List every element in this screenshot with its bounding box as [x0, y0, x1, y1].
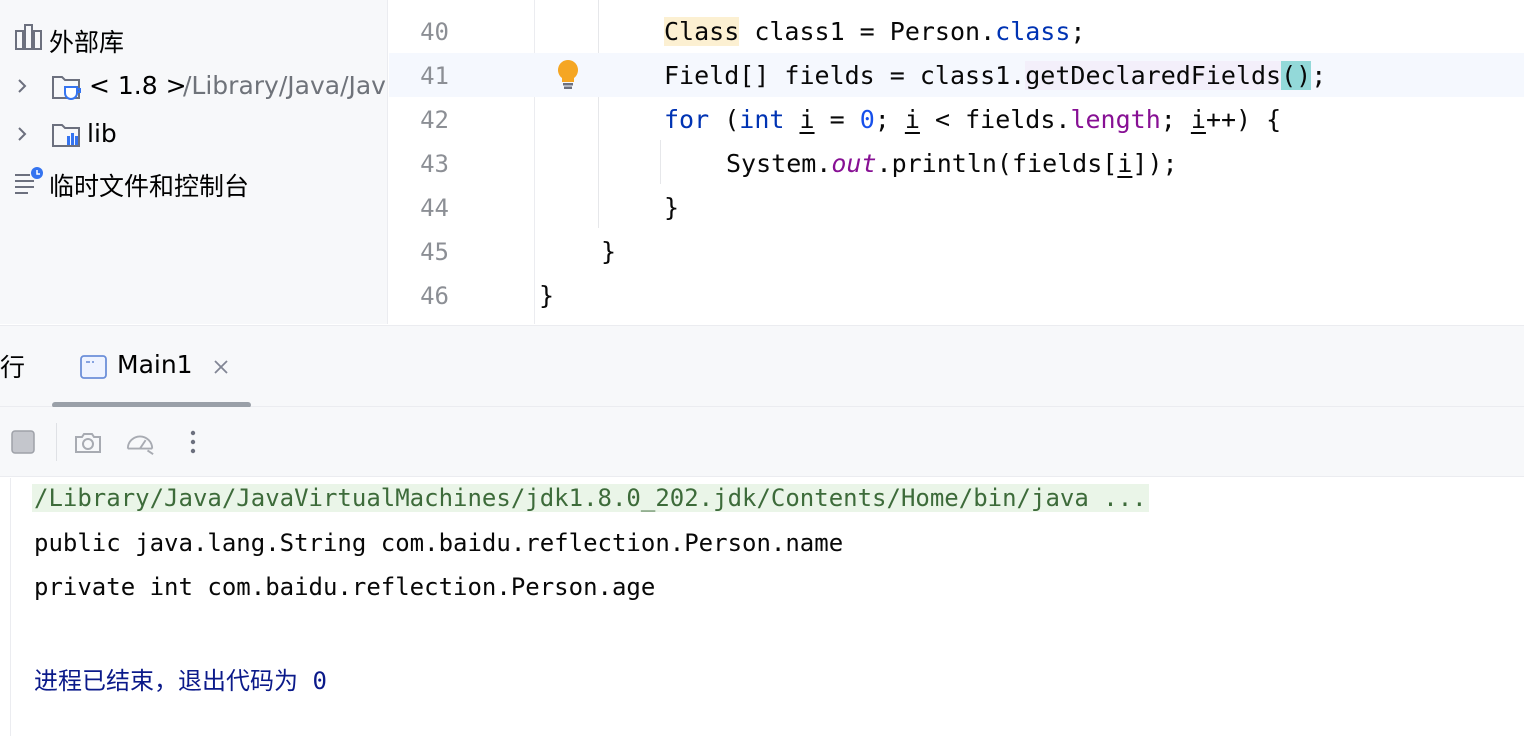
line-number: 43 [420, 150, 449, 178]
run-tool-window-header: 行 Main1 [0, 325, 1524, 408]
code-line-46[interactable]: 46 } [389, 273, 1524, 317]
tree-item-label: 临时文件和控制台 [49, 172, 250, 201]
console-output-line: private int com.baidu.reflection.Person.… [34, 573, 656, 601]
tree-item-label: lib [87, 119, 117, 148]
tree-item-jdk[interactable]: < 1.8 > /Library/Java/JavaVirtualMachine… [0, 64, 387, 108]
code-text: } [601, 237, 617, 266]
tree-item-path: /Library/Java/JavaVirtualMachines/jdk1.8… [183, 71, 387, 100]
code-text: Field[] fields = class1.getDeclaredField… [664, 61, 1327, 90]
profiler-gauge-icon[interactable] [125, 427, 155, 457]
tree-item-scratches[interactable]: 临时文件和控制台 [0, 160, 387, 204]
code-editor[interactable]: 40 Class class1 = Person.class; 41 Field… [389, 0, 1524, 324]
code-line-42[interactable]: 42 for (int i = 0; i < fields.length; i+… [389, 97, 1524, 141]
tree-item-label: 外部库 [49, 28, 125, 57]
console-output-line: public java.lang.String com.baidu.reflec… [34, 529, 844, 557]
code-line-43[interactable]: 43 System.out.println(fields[i]); [389, 141, 1524, 185]
close-icon[interactable] [212, 358, 230, 376]
toolbar-separator [56, 423, 57, 461]
run-config-icon [80, 355, 107, 379]
chevron-right-icon[interactable] [12, 124, 32, 144]
stop-icon[interactable] [8, 427, 38, 457]
tree-item-external-libraries[interactable]: 外部库 [0, 16, 387, 60]
line-number: 41 [420, 62, 449, 90]
line-number: 40 [420, 18, 449, 46]
code-text: System.out.println(fields[i]); [726, 149, 1178, 178]
code-line-45[interactable]: 45 } [389, 229, 1524, 273]
chevron-right-icon[interactable] [12, 76, 32, 96]
code-text: for (int i = 0; i < fields.length; i++) … [664, 105, 1282, 134]
line-number: 46 [420, 282, 449, 310]
console-output[interactable]: /Library/Java/JavaVirtualMachines/jdk1.8… [0, 478, 1524, 736]
code-text: } [664, 193, 680, 222]
code-text: Class class1 = Person.class; [664, 17, 1086, 46]
tree-item-lib[interactable]: lib [0, 112, 387, 156]
folder-library-icon [52, 124, 80, 147]
line-number: 45 [420, 238, 449, 266]
lightbulb-icon[interactable] [555, 58, 581, 90]
camera-icon[interactable] [73, 427, 103, 457]
jdk-icon [52, 76, 81, 100]
run-tab-main1[interactable]: Main1 [52, 326, 251, 408]
code-line-44[interactable]: 44 } [389, 185, 1524, 229]
run-toolbar [0, 407, 1524, 477]
tree-item-label: < 1.8 > [89, 71, 187, 100]
code-line-40[interactable]: 40 Class class1 = Person.class; [389, 9, 1524, 53]
console-exit-message: 进程已结束，退出代码为 0 [34, 667, 327, 695]
console-border [10, 478, 11, 736]
line-number: 42 [420, 106, 449, 134]
library-icon [15, 24, 42, 50]
code-text: } [539, 281, 555, 310]
run-tab-label: Main1 [117, 350, 193, 379]
console-command-line[interactable]: /Library/Java/JavaVirtualMachines/jdk1.8… [32, 484, 1149, 512]
run-window-title: 行 [0, 353, 26, 382]
line-number: 44 [420, 194, 449, 222]
project-tree: 外部库 < 1.8 > /Library/Java/JavaVirtualMac… [0, 0, 388, 324]
scratches-icon [15, 167, 43, 194]
more-options-icon[interactable] [178, 427, 208, 457]
